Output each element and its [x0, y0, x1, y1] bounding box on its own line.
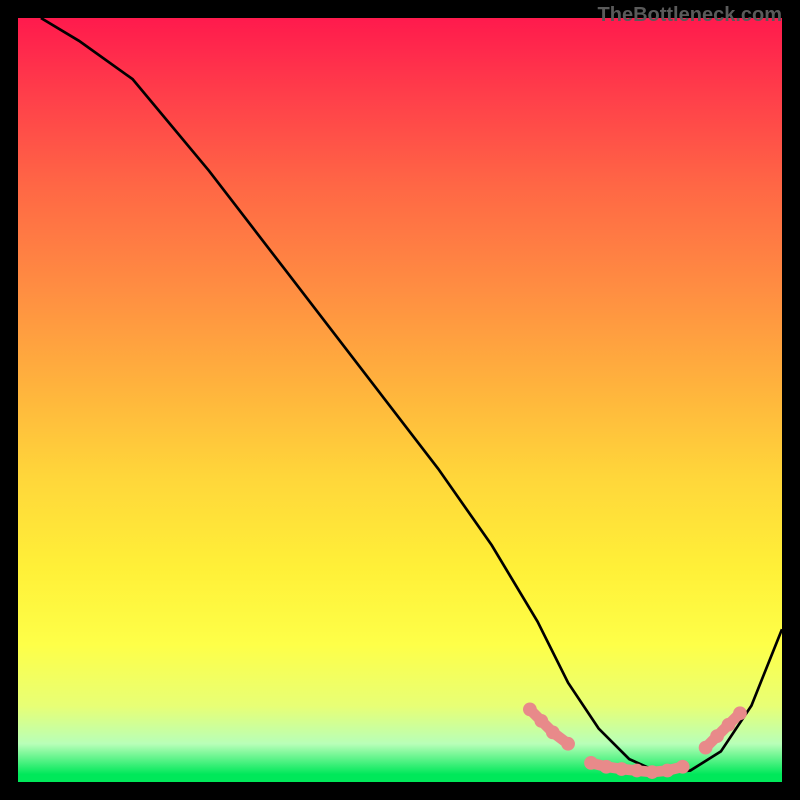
highlight-points-group [523, 703, 747, 779]
watermark-text: TheBottleneck.com [598, 4, 782, 27]
chart-plot-area [18, 18, 782, 782]
chart-svg [18, 18, 782, 782]
highlight-point [561, 737, 575, 751]
highlight-point [676, 760, 690, 774]
bottleneck-curve [41, 18, 782, 773]
highlight-point [733, 706, 747, 720]
